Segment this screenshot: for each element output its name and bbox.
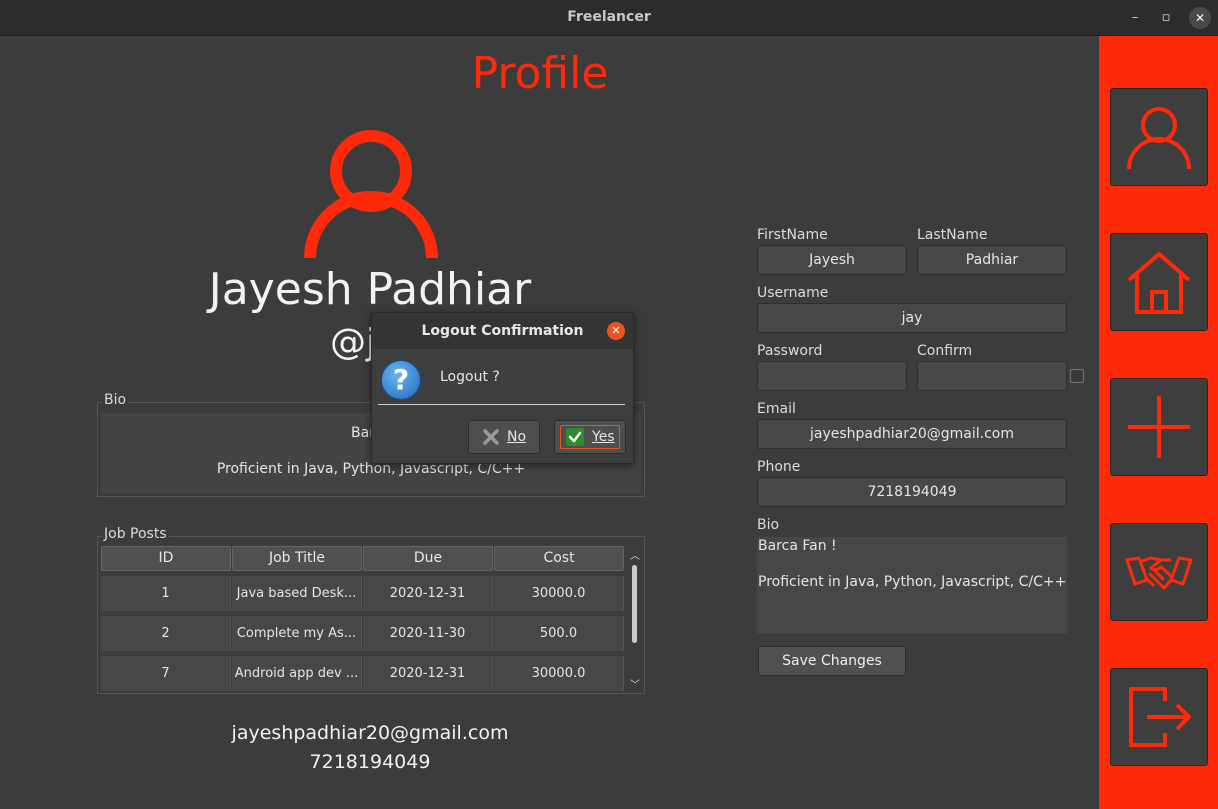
bio-label: Bio — [757, 517, 780, 533]
bio-textarea[interactable]: Barca Fan ! Proficient in Java, Python, … — [757, 537, 1067, 634]
minimize-button[interactable]: – — [1124, 7, 1146, 29]
email-field[interactable]: jayeshpadhiar20@gmail.com — [757, 419, 1067, 449]
handshake-icon — [1125, 556, 1193, 590]
lastname-field[interactable]: Padhiar — [917, 245, 1067, 275]
question-icon: ? — [381, 360, 421, 400]
user-icon — [1127, 107, 1191, 170]
title-bar: Freelancer – ▫ ✕ — [0, 0, 1218, 36]
phone-field[interactable]: 7218194049 — [757, 477, 1067, 507]
table-scrollbar[interactable]: ︿ ﹀ — [628, 547, 642, 693]
nav-home-button[interactable] — [1110, 233, 1208, 331]
table-header: ID Job Title Due Cost — [101, 546, 625, 571]
cell-cost: 30000.0 — [494, 656, 624, 691]
window-title: Freelancer — [567, 9, 651, 25]
yes-button[interactable]: Yes — [554, 420, 626, 454]
no-button[interactable]: No — [468, 420, 540, 454]
firstname-field[interactable]: Jayesh — [757, 245, 907, 275]
cell-due: 2020-11-30 — [363, 616, 493, 651]
profile-name: Jayesh Padhiar — [208, 264, 532, 315]
profile-phone: 7218194049 — [309, 751, 431, 773]
cell-id: 1 — [101, 576, 231, 611]
plus-icon — [1128, 396, 1190, 458]
window-close-button[interactable]: ✕ — [1189, 7, 1211, 29]
column-header-job-title[interactable]: Job Title — [232, 546, 362, 571]
cell-due: 2020-12-31 — [363, 576, 493, 611]
check-icon — [566, 428, 584, 446]
nav-add-button[interactable] — [1110, 378, 1208, 476]
job-posts-table: ID Job Title Due Cost 1 Java based Desk.… — [101, 546, 625, 691]
job-posts-group: Job Posts ID Job Title Due Cost 1 Java b… — [97, 526, 645, 694]
confirm-label: Confirm — [917, 343, 973, 359]
dialog-separator — [378, 404, 625, 405]
column-header-due[interactable]: Due — [363, 546, 493, 571]
yes-button-label: Yes — [592, 429, 615, 445]
table-row[interactable]: 7 Android app dev ... 2020-12-31 30000.0 — [101, 656, 625, 691]
lastname-label: LastName — [917, 227, 988, 243]
cell-cost: 500.0 — [494, 616, 624, 651]
profile-email: jayeshpadhiar20@gmail.com — [231, 722, 509, 744]
cell-job-title: Android app dev ... — [232, 656, 362, 691]
logout-dialog: Logout Confirmation ✕ ? Logout ? No Yes — [371, 312, 634, 464]
logout-icon — [1129, 687, 1191, 747]
home-icon — [1127, 252, 1191, 314]
cell-id: 7 — [101, 656, 231, 691]
nav-deals-button[interactable] — [1110, 523, 1208, 621]
scroll-up-icon[interactable]: ︿ — [628, 547, 642, 562]
show-password-checkbox[interactable] — [1070, 369, 1084, 383]
column-header-id[interactable]: ID — [101, 546, 231, 571]
table-row[interactable]: 2 Complete my As... 2020-11-30 500.0 — [101, 616, 625, 651]
bio-text-line — [758, 555, 1067, 573]
cell-cost: 30000.0 — [494, 576, 624, 611]
confirm-password-field[interactable] — [917, 361, 1067, 391]
save-changes-button[interactable]: Save Changes — [758, 646, 906, 676]
dialog-close-icon[interactable]: ✕ — [607, 322, 625, 340]
email-label: Email — [757, 401, 796, 417]
maximize-button[interactable]: ▫ — [1155, 7, 1177, 29]
sidebar — [1099, 36, 1218, 809]
dialog-message: Logout ? — [440, 369, 500, 385]
table-row[interactable]: 1 Java based Desk... 2020-12-31 30000.0 — [101, 576, 625, 611]
firstname-label: FirstName — [757, 227, 828, 243]
username-label: Username — [757, 285, 829, 301]
password-field[interactable] — [757, 361, 907, 391]
bio-text-line: Proficient in Java, Python, Javascript, … — [758, 574, 1067, 590]
username-field[interactable]: jay — [757, 303, 1067, 333]
scroll-down-icon[interactable]: ﹀ — [628, 676, 642, 691]
job-posts-label: Job Posts — [102, 526, 169, 542]
scrollbar-thumb[interactable] — [632, 565, 637, 643]
avatar-icon — [304, 130, 438, 259]
bio-group-label: Bio — [102, 392, 129, 408]
cell-id: 2 — [101, 616, 231, 651]
column-header-cost[interactable]: Cost — [494, 546, 624, 571]
cell-job-title: Java based Desk... — [232, 576, 362, 611]
cell-job-title: Complete my As... — [232, 616, 362, 651]
nav-profile-button[interactable] — [1110, 88, 1208, 186]
bio-text-line: Barca Fan ! — [758, 538, 837, 554]
cancel-icon — [483, 429, 499, 445]
page-title: Profile — [471, 48, 609, 99]
phone-label: Phone — [757, 459, 801, 475]
cell-due: 2020-12-31 — [363, 656, 493, 691]
no-button-label: No — [507, 429, 527, 445]
password-label: Password — [757, 343, 823, 359]
dialog-title: Logout Confirmation — [372, 313, 633, 349]
nav-logout-button[interactable] — [1110, 668, 1208, 766]
